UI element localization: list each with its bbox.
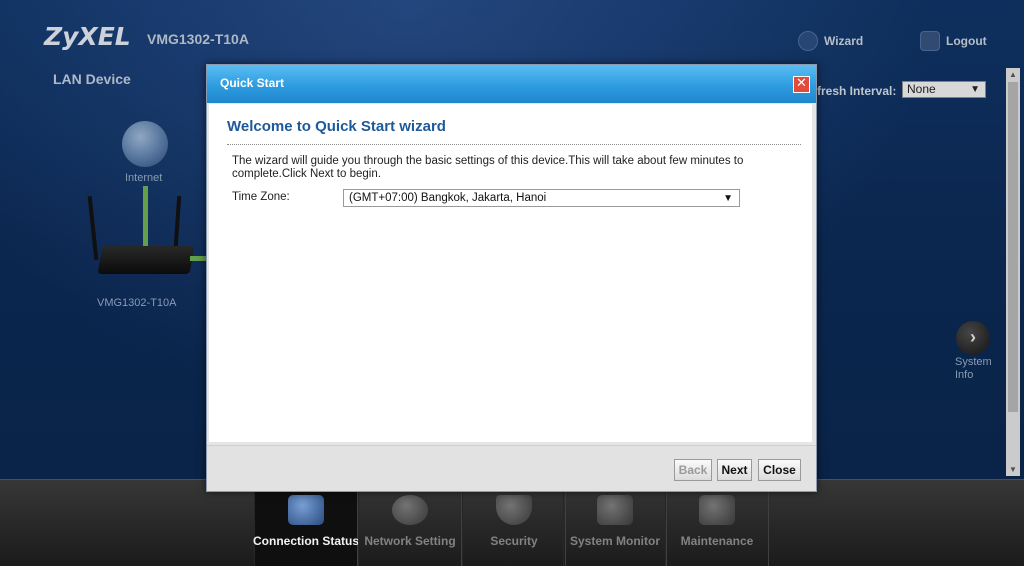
- dialog-footer: Back Next Close: [207, 445, 816, 491]
- divider: [227, 144, 801, 145]
- dialog-body: Welcome to Quick Start wizard The wizard…: [209, 104, 812, 442]
- dialog-title: Quick Start: [220, 76, 285, 90]
- timezone-label: Time Zone:: [232, 191, 290, 203]
- dialog-titlebar[interactable]: Quick Start ✕: [207, 65, 816, 103]
- chevron-down-icon: ▼: [723, 193, 733, 204]
- timezone-select[interactable]: (GMT+07:00) Bangkok, Jakarta, Hanoi ▼: [343, 189, 740, 207]
- close-button[interactable]: Close: [758, 459, 801, 481]
- timezone-value: (GMT+07:00) Bangkok, Jakarta, Hanoi: [349, 192, 547, 204]
- next-button[interactable]: Next: [717, 459, 752, 481]
- close-icon[interactable]: ✕: [793, 76, 810, 93]
- back-button[interactable]: Back: [674, 459, 712, 481]
- wizard-heading: Welcome to Quick Start wizard: [227, 118, 446, 135]
- quick-start-dialog: Quick Start ✕ Welcome to Quick Start wiz…: [206, 64, 817, 492]
- intro-text: The wizard will guide you through the ba…: [232, 155, 744, 180]
